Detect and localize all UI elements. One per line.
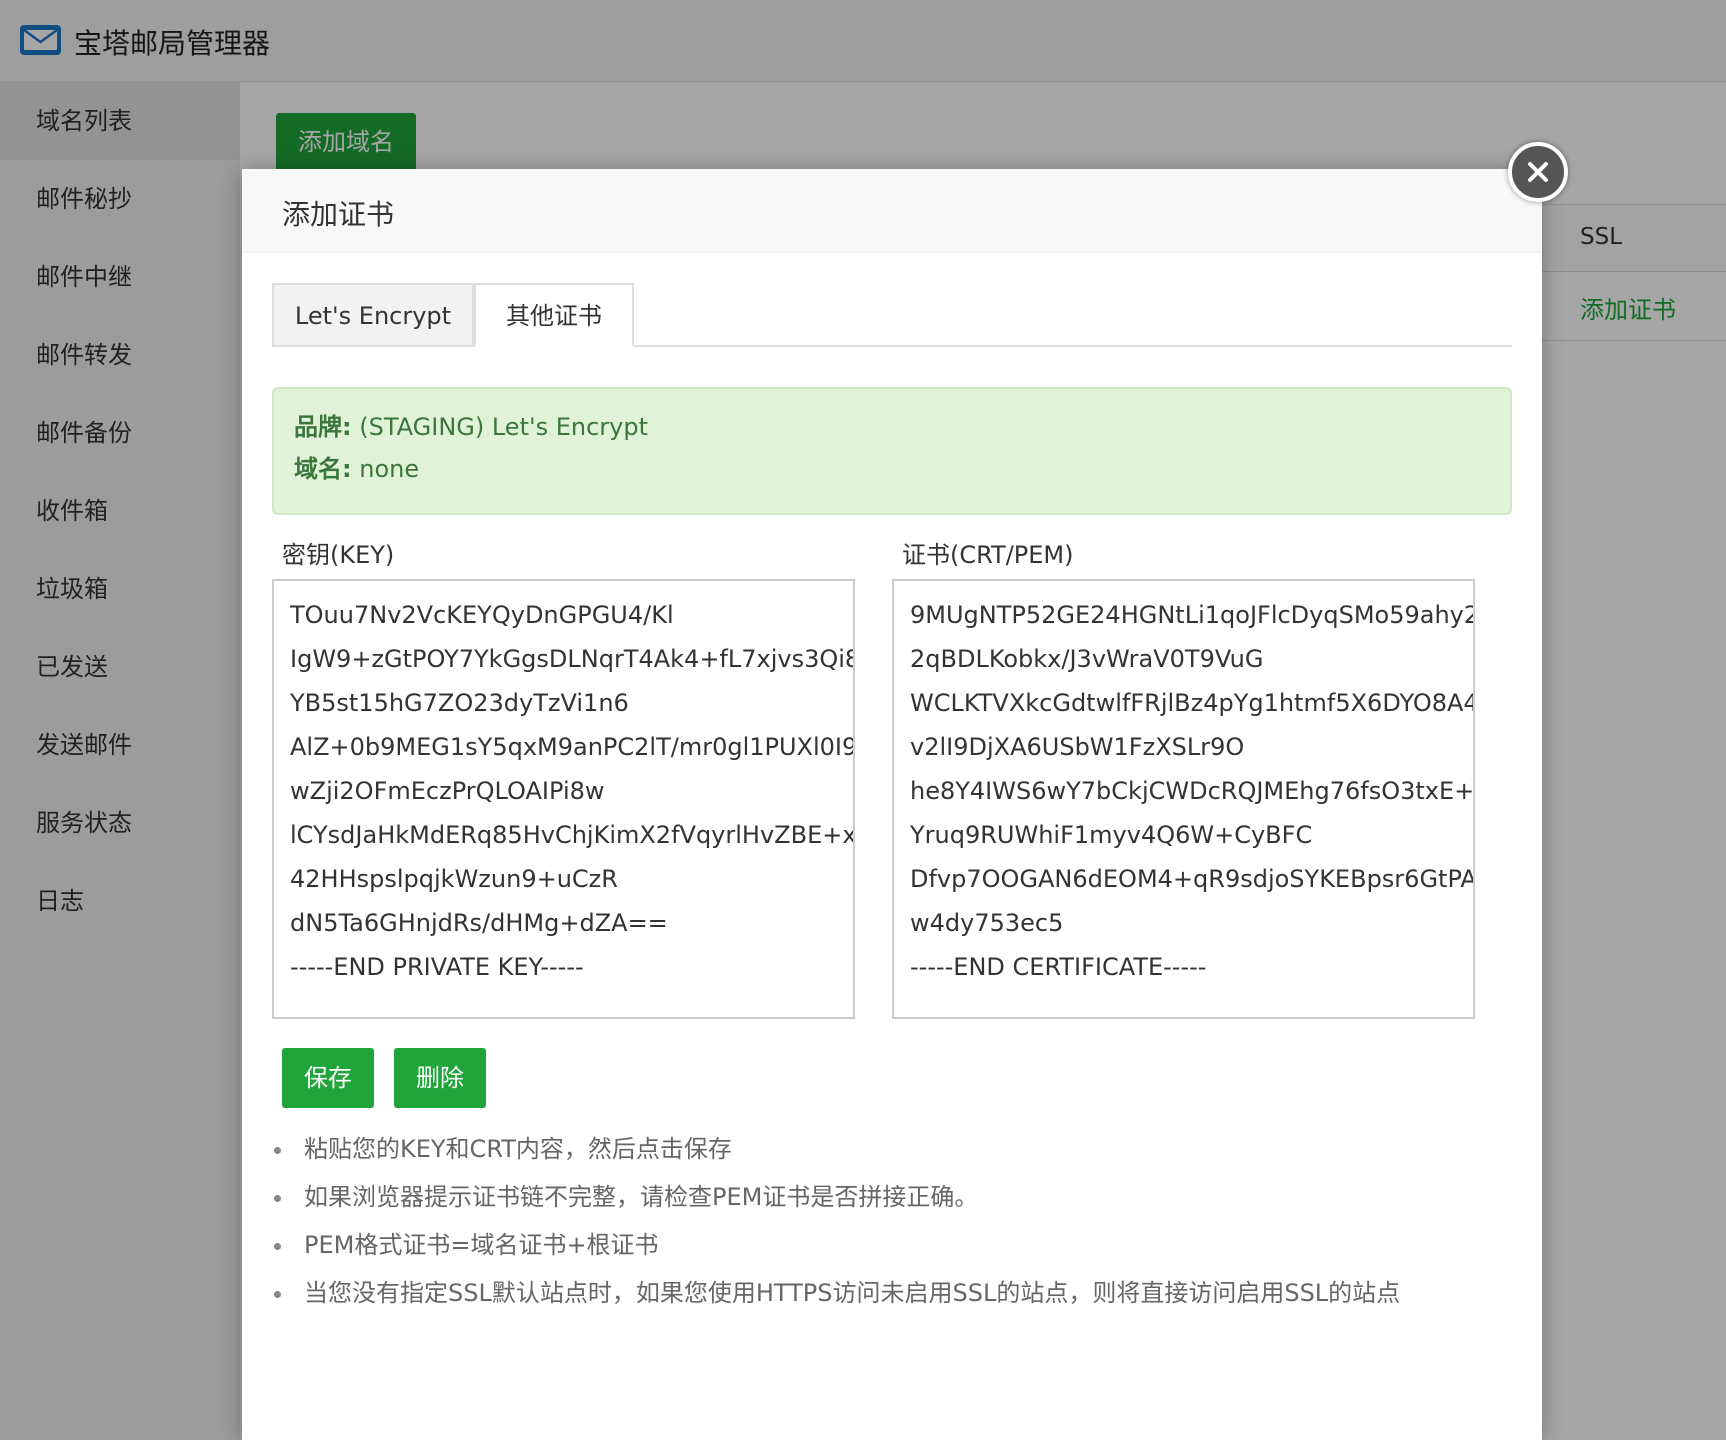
delete-button[interactable]: 删除 <box>394 1048 486 1108</box>
dialog-title: 添加证书 <box>282 198 395 231</box>
save-button[interactable]: 保存 <box>282 1048 374 1108</box>
domain-label: 域名: <box>294 455 352 483</box>
key-label: 密钥(KEY) <box>282 541 395 569</box>
cert-line: he8Y4IWS6wY7bCkjCWDcRQJMEhg76fsO3txE+Fi <box>910 777 1475 805</box>
add-certificate-dialog: 添加证书 Let's Encrypt 其他证书 品牌: (STAGING) Le… <box>242 169 1542 1440</box>
key-line: 42HHspslpqjkWzun9+uCzR <box>290 865 618 893</box>
cert-line: 2qBDLKobkx/J3vWraV0T9VuG <box>910 645 1264 673</box>
brand-label: 品牌: <box>294 413 352 441</box>
key-line: YB5st15hG7ZO23dyTzVi1n6 <box>290 689 629 717</box>
cert-line: w4dy753ec5 <box>910 909 1064 937</box>
cert-line: WCLKTVXkcGdtwlfFRjlBz4pYg1htmf5X6DYO8A4j… <box>910 689 1475 717</box>
domain-value: none <box>359 455 420 483</box>
cert-line: -----END CERTIFICATE----- <box>910 953 1207 981</box>
cert-line: Yruq9RUWhiF1myv4Q6W+CyBFC <box>910 821 1313 849</box>
brand-value: (STAGING) Let's Encrypt <box>359 413 648 441</box>
key-textarea[interactable]: TOuu7Nv2VcKEYQyDnGPGU4/Kl IgW9+zGtPOY7Yk… <box>272 579 855 1019</box>
key-line: IgW9+zGtPOY7YkGgsDLNqrT4Ak4+fL7xjvs3Qi8C… <box>290 645 855 673</box>
certificate-tabs: Let's Encrypt 其他证书 <box>272 283 1512 347</box>
cert-label: 证书(CRT/PEM) <box>902 541 1074 569</box>
key-line: wZji2OFmEczPrQLOAIPi8w <box>290 777 605 805</box>
tips-list: 粘贴您的KEY和CRT内容，然后点击保存 如果浏览器提示证书链不完整，请检查PE… <box>270 1125 1530 1317</box>
tip-item: 如果浏览器提示证书链不完整，请检查PEM证书是否拼接正确。 <box>270 1173 1530 1221</box>
key-line: AlZ+0b9MEG1sY5qxM9anPC2lT/mr0gl1PUXl0I9T… <box>290 733 855 761</box>
key-line: dN5Ta6GHnjdRs/dHMg+dZA== <box>290 909 668 937</box>
key-line: lCYsdJaHkMdERq85HvChjKimX2fVqyrlHvZBE+xX… <box>290 821 855 849</box>
close-icon <box>1528 162 1548 182</box>
dialog-header: 添加证书 <box>242 169 1542 253</box>
tab-other-certificate[interactable]: 其他证书 <box>474 283 634 347</box>
cert-line: 9MUgNTP52GE24HGNtLi1qoJFlcDyqSMo59ahy2cl <box>910 601 1475 629</box>
tip-item: 当您没有指定SSL默认站点时，如果您使用HTTPS访问未启用SSL的站点，则将直… <box>270 1269 1530 1317</box>
tab-lets-encrypt[interactable]: Let's Encrypt <box>272 283 474 347</box>
brand-line: 品牌: (STAGING) Let's Encrypt <box>294 407 648 442</box>
key-line: TOuu7Nv2VcKEYQyDnGPGU4/Kl <box>290 601 674 629</box>
cert-line: v2lI9DjXA6USbW1FzXSLr9O <box>910 733 1245 761</box>
cert-textarea[interactable]: 9MUgNTP52GE24HGNtLi1qoJFlcDyqSMo59ahy2cl… <box>892 579 1475 1019</box>
certificate-info-box: 品牌: (STAGING) Let's Encrypt 域名: none <box>272 387 1512 515</box>
domain-line: 域名: none <box>294 449 419 484</box>
cert-line: Dfvp7OOGAN6dEOM4+qR9sdjoSYKEBpsr6GtPAQ <box>910 865 1475 893</box>
tip-item: 粘贴您的KEY和CRT内容，然后点击保存 <box>270 1125 1530 1173</box>
tip-item: PEM格式证书=域名证书+根证书 <box>270 1221 1530 1269</box>
close-button[interactable] <box>1508 142 1568 202</box>
key-line: -----END PRIVATE KEY----- <box>290 953 584 981</box>
